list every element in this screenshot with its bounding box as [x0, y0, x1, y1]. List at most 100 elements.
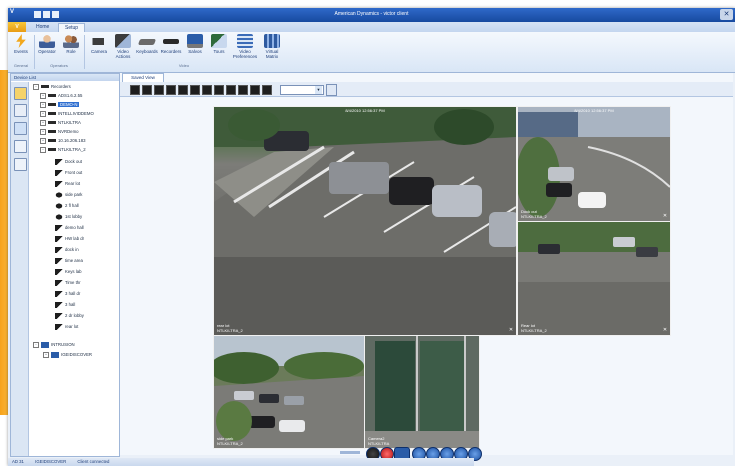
tree-node-recorder[interactable]: + NVRDemo [40, 128, 79, 136]
tree-node-camera[interactable]: HW lab dr [55, 235, 84, 243]
tree-node-camera[interactable]: 1st lobby [55, 213, 82, 221]
tree-node-label: NTLKILTRA [58, 120, 81, 125]
tours-button-label: Tours [213, 49, 225, 54]
site-view-icon[interactable] [14, 122, 27, 135]
tree-node-camera[interactable]: Dock out [55, 158, 82, 166]
status-bar: AD 31 IGEIDISCOVER Client connected [8, 458, 474, 466]
event-list-icon[interactable] [14, 87, 27, 100]
keyboards-button[interactable]: Keyboards [136, 34, 158, 62]
tab-saved-view[interactable]: Saved View [122, 73, 164, 82]
tree-node-camera[interactable]: side park [55, 191, 82, 199]
tree-node-recorder[interactable]: + NTLKILTRA [40, 119, 81, 127]
camera-view-icon[interactable] [14, 140, 27, 153]
tree-node-label: demo hall [65, 225, 84, 230]
tree-node-camera[interactable]: dock in [55, 246, 79, 254]
tree-node-camera[interactable]: Time thr [55, 279, 81, 287]
tree-node-recorders[interactable]: − Recorders [33, 83, 71, 91]
tree-node-camera[interactable]: 2 fl hall [55, 202, 79, 210]
application-menu-button[interactable]: V [8, 22, 26, 32]
tree-node-camera[interactable]: 3 hall dr [55, 290, 80, 298]
video-tile[interactable]: Rear lot NTLKILTRA_2 ✕ [517, 221, 671, 336]
video-actions-button[interactable]: Video Actions [112, 34, 134, 62]
tree-node-label: 3 hall [65, 302, 76, 307]
save-icon[interactable] [326, 84, 337, 96]
operator-button[interactable]: Operator [36, 34, 58, 62]
tree-node-intrusion[interactable]: − INTRUSION [33, 341, 75, 349]
tours-button[interactable]: Tours [208, 34, 230, 62]
layout-select[interactable]: ▼ [280, 85, 324, 95]
recorder-view-icon[interactable] [14, 104, 27, 117]
expander-icon[interactable]: − [33, 341, 39, 348]
video-tile[interactable]: side park NTLKILTRA_2 [213, 335, 365, 449]
layout-tall-button[interactable] [262, 85, 272, 95]
tree-node-camera[interactable]: time area [55, 257, 83, 265]
device-panel-icon-strip [11, 82, 29, 456]
video-tile[interactable]: 8/4/2010 12:56:37 PM rear lot NTLKILTRA_2… [213, 106, 517, 336]
layout-custom-button[interactable] [250, 85, 260, 95]
tree-node-recorder[interactable]: + ADS1.6.2.55 [40, 92, 82, 100]
tree-node-recorder[interactable]: + DEMO-N [40, 101, 80, 109]
recorders-button[interactable]: Recorders [160, 34, 182, 62]
camera-icon [55, 323, 63, 330]
tree-node-camera[interactable]: rear lot [55, 323, 78, 331]
tree-node-recorder[interactable]: − NTLKILTRA_2 [40, 146, 86, 154]
layout-1plus7-button[interactable] [190, 85, 200, 95]
camera-icon [55, 257, 63, 264]
virtual-matrix-button[interactable]: Virtual Matrix [260, 34, 284, 62]
tree-node-label: time area [65, 258, 83, 263]
tree-node-camera[interactable]: 3 hall [55, 301, 75, 309]
close-icon[interactable]: ✕ [720, 9, 733, 20]
video-preferences-button[interactable]: Video Preferences [232, 34, 258, 62]
video-frame-lobby [365, 336, 479, 448]
role-button[interactable]: Role [60, 34, 82, 62]
tree-node-camera[interactable]: 2 dr lobby [55, 312, 84, 320]
layout-4x4-button[interactable] [166, 85, 176, 95]
expander-icon[interactable]: + [40, 110, 46, 117]
tree-node-label: dock in [65, 247, 79, 252]
video-tile[interactable]: Camera2 NTLKILTRA [364, 335, 480, 449]
tab-home[interactable]: Home [30, 23, 55, 32]
expander-icon[interactable]: − [33, 83, 39, 90]
salvos-button[interactable]: Salvos [184, 34, 206, 62]
close-icon[interactable]: ✕ [508, 327, 514, 333]
layout-3x3-button[interactable] [154, 85, 164, 95]
tree-node-recorder[interactable]: +10.16.206.183 [40, 137, 85, 145]
camera-icon [55, 312, 63, 319]
role-icon [63, 34, 79, 48]
layout-2plus8-button[interactable] [214, 85, 224, 95]
tree-node-camera[interactable]: demo hall [55, 224, 84, 232]
layout-wide-button[interactable] [238, 85, 248, 95]
tree-node-recorder[interactable]: + INTELLIVIDDEMO [40, 110, 94, 118]
expander-icon[interactable]: + [43, 351, 49, 358]
tree-node-intrusion-panel[interactable]: + IGEIDISCOVER [43, 351, 92, 359]
playback-slider[interactable] [340, 451, 360, 454]
close-icon[interactable]: ✕ [662, 327, 668, 333]
layout-1plus5-button[interactable] [178, 85, 188, 95]
expander-icon[interactable]: − [40, 146, 46, 153]
status-server: AD 31 [12, 459, 24, 464]
layout-5x5-button[interactable] [226, 85, 236, 95]
expander-icon[interactable]: + [40, 92, 46, 99]
expander-icon[interactable]: + [40, 101, 46, 108]
events-button[interactable]: Events [10, 34, 32, 62]
tree-node-camera[interactable]: Front out [55, 169, 82, 177]
tree-node-camera[interactable]: Keys lab [55, 268, 81, 276]
keyboard-icon [137, 39, 157, 45]
chevron-down-icon[interactable]: ▼ [315, 86, 322, 94]
expander-icon[interactable]: + [40, 119, 46, 126]
layout-1plus12-button[interactable] [202, 85, 212, 95]
video-tile[interactable]: 8/4/2010 12:56:37 PM Dock out NTLKILTRA_2… [517, 106, 671, 222]
expander-icon[interactable]: + [40, 137, 46, 144]
expander-icon[interactable]: + [40, 128, 46, 135]
tour-icon [211, 34, 227, 48]
status-connection: Client connected [77, 459, 110, 464]
close-icon[interactable]: ✕ [662, 213, 668, 219]
tree-node-label: rear lot [65, 324, 79, 329]
monitor-view-icon[interactable] [14, 158, 27, 171]
tree-node-camera[interactable]: Rear lot [55, 180, 80, 188]
camera-button[interactable]: Camera [88, 34, 110, 62]
recorder-icon [48, 139, 56, 143]
layout-1x1-button[interactable] [130, 85, 140, 95]
camera-icon [55, 180, 63, 187]
layout-2x2-button[interactable] [142, 85, 152, 95]
